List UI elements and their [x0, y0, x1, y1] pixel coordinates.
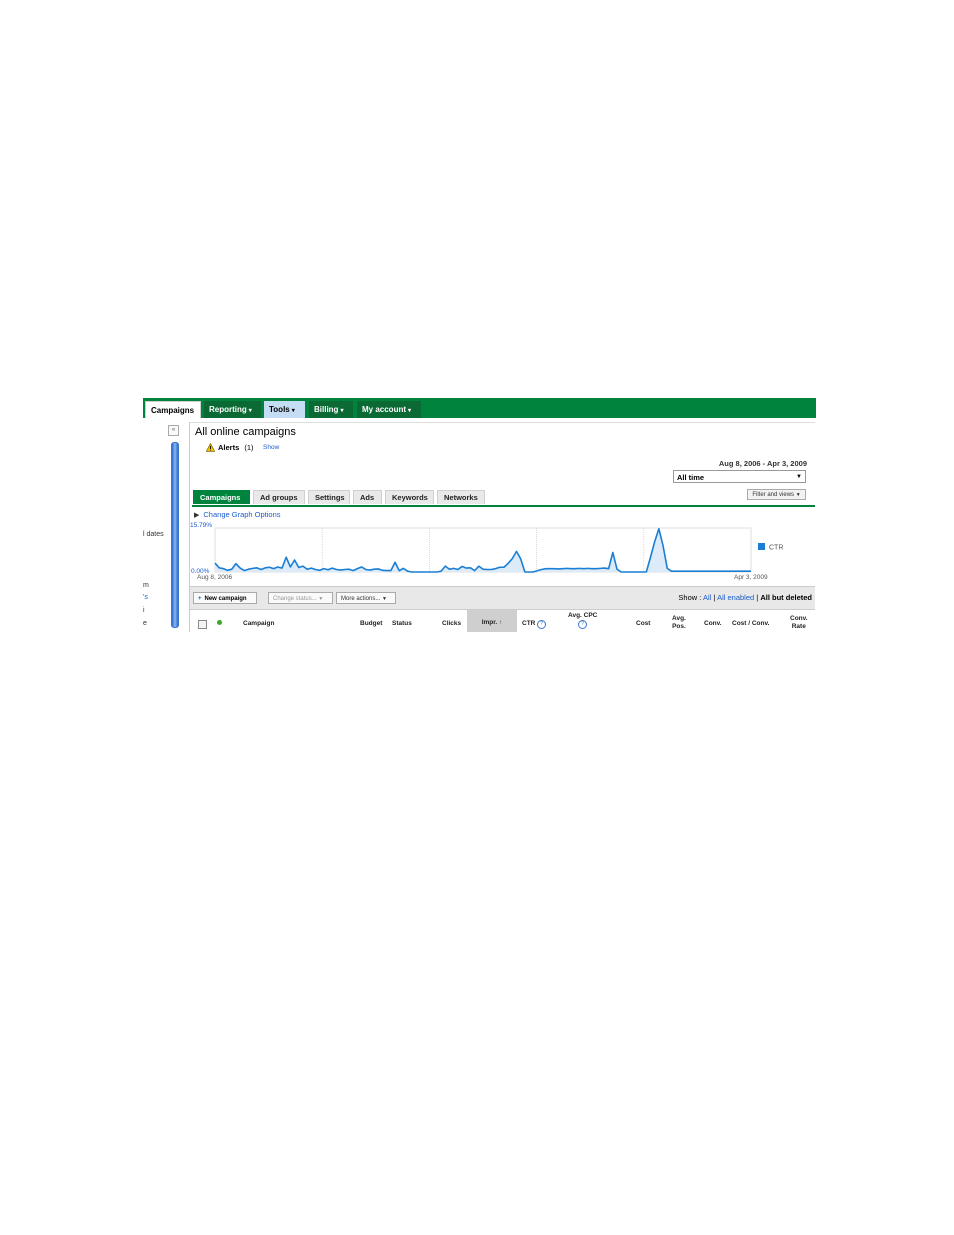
alerts-show-link[interactable]: Show: [263, 444, 279, 451]
ctr-area: [215, 528, 751, 572]
column-campaign[interactable]: Campaign: [243, 620, 274, 628]
nav-tab-tools[interactable]: Tools ▾: [264, 401, 305, 418]
date-range-label: Aug 8, 2006 - Apr 3, 2009: [718, 459, 807, 468]
sidebar-link-fragment[interactable]: 's: [143, 594, 148, 601]
page-title: All online campaigns: [195, 426, 296, 438]
plus-icon: +: [198, 596, 202, 602]
help-icon[interactable]: ?: [578, 620, 588, 629]
column-budget[interactable]: Budget: [360, 620, 382, 628]
x-axis-end-label: Apr 3, 2009: [734, 574, 768, 581]
top-navigation: Campaigns Reporting ▾ Tools ▾ Billing ▾ My …: [143, 398, 816, 418]
status-dot-icon: [217, 620, 222, 625]
change-status-button[interactable]: Change status... ▼: [268, 592, 333, 604]
tab-campaigns[interactable]: Campaigns: [193, 490, 250, 504]
triangle-right-icon: ▶: [194, 512, 200, 519]
chevron-down-icon: ▾: [340, 408, 344, 414]
show-all-enabled-link[interactable]: All enabled: [717, 593, 754, 602]
warning-icon: [205, 442, 216, 453]
adwords-screenshot: Campaigns Reporting ▾ Tools ▾ Billing ▾ My …: [143, 398, 816, 632]
more-actions-button[interactable]: More actions... ▼: [336, 592, 396, 604]
tab-ads[interactable]: Ads: [353, 490, 382, 504]
nav-tab-billing[interactable]: Billing ▾: [309, 401, 353, 418]
table-header: Campaign Budget Status Clicks Impr. ↑ CT…: [190, 609, 815, 632]
sidebar-text-fragment: e: [143, 620, 147, 627]
show-all-but-deleted-link[interactable]: All but deleted: [760, 593, 812, 602]
column-ctr[interactable]: CTR ?: [522, 620, 547, 629]
ctr-chart: 15.79% 0.00% Aug 8, 2006 Apr 3, 2009 CTR: [190, 522, 783, 581]
sort-ascending-icon: ↑: [499, 619, 503, 626]
y-axis-max-label: 15.79%: [190, 522, 212, 529]
sidebar-text-fragment: m: [143, 582, 149, 589]
date-range-select[interactable]: All time ▼: [673, 470, 806, 483]
chevron-down-icon: ▾: [291, 408, 295, 414]
chevron-down-icon: ▾: [248, 408, 252, 414]
column-conv-rate[interactable]: Conv. Rate: [790, 615, 808, 631]
nav-tab-my-account[interactable]: My account ▾: [357, 401, 421, 418]
nav-tab-reporting[interactable]: Reporting ▾: [204, 401, 261, 418]
tab-keywords[interactable]: Keywords: [385, 490, 434, 504]
chevron-down-icon: ▾: [408, 408, 412, 414]
sidebar-text-fragment: i: [143, 607, 145, 614]
tab-settings[interactable]: Settings: [308, 490, 350, 504]
column-cost[interactable]: Cost: [636, 620, 650, 628]
x-axis-start-label: Aug 8, 2006: [197, 574, 232, 581]
nav-tab-campaigns[interactable]: Campaigns: [145, 401, 201, 418]
sub-tabs: Campaigns Ad groups Settings Ads Keyword…: [192, 490, 815, 507]
column-conv[interactable]: Conv.: [704, 620, 722, 628]
chevron-down-icon: ▼: [382, 596, 387, 602]
chevron-down-icon: ▼: [318, 596, 324, 602]
column-cost-per-conv[interactable]: Cost / Conv.: [732, 620, 769, 628]
column-avg-cpc[interactable]: Avg. CPC?: [568, 612, 597, 629]
left-sidebar: « l dates m 's i e: [143, 418, 187, 632]
new-campaign-button[interactable]: + New campaign: [193, 592, 257, 604]
tab-networks[interactable]: Networks: [437, 490, 485, 504]
tab-ad-groups[interactable]: Ad groups: [253, 490, 305, 504]
column-clicks[interactable]: Clicks: [442, 620, 461, 628]
select-all-checkbox[interactable]: [198, 620, 207, 629]
main-panel: All online campaigns Alerts (1) Show Aug…: [189, 422, 815, 632]
sidebar-text-fragment: l dates: [143, 531, 164, 538]
alerts-count: (1): [244, 443, 254, 452]
legend-swatch: [758, 543, 765, 550]
table-toolbar: + New campaign Change status... ▼ More ac…: [190, 586, 815, 609]
show-filter: Show : All | All enabled | All but delet…: [678, 593, 812, 602]
show-all-link[interactable]: All: [703, 593, 711, 602]
collapse-sidebar-button[interactable]: «: [168, 425, 179, 436]
alerts-label: Alerts (1): [218, 443, 254, 452]
chevron-down-icon: ▼: [796, 474, 802, 480]
help-icon[interactable]: ?: [537, 620, 547, 629]
legend-label: CTR: [769, 545, 783, 552]
sidebar-scrollbar[interactable]: [171, 442, 179, 628]
column-avg-pos[interactable]: Avg. Pos.: [672, 615, 686, 631]
change-graph-options-link[interactable]: ▶ Change Graph Options: [194, 510, 281, 519]
column-impressions[interactable]: Impr. ↑: [467, 610, 517, 632]
column-status[interactable]: Status: [392, 620, 412, 628]
